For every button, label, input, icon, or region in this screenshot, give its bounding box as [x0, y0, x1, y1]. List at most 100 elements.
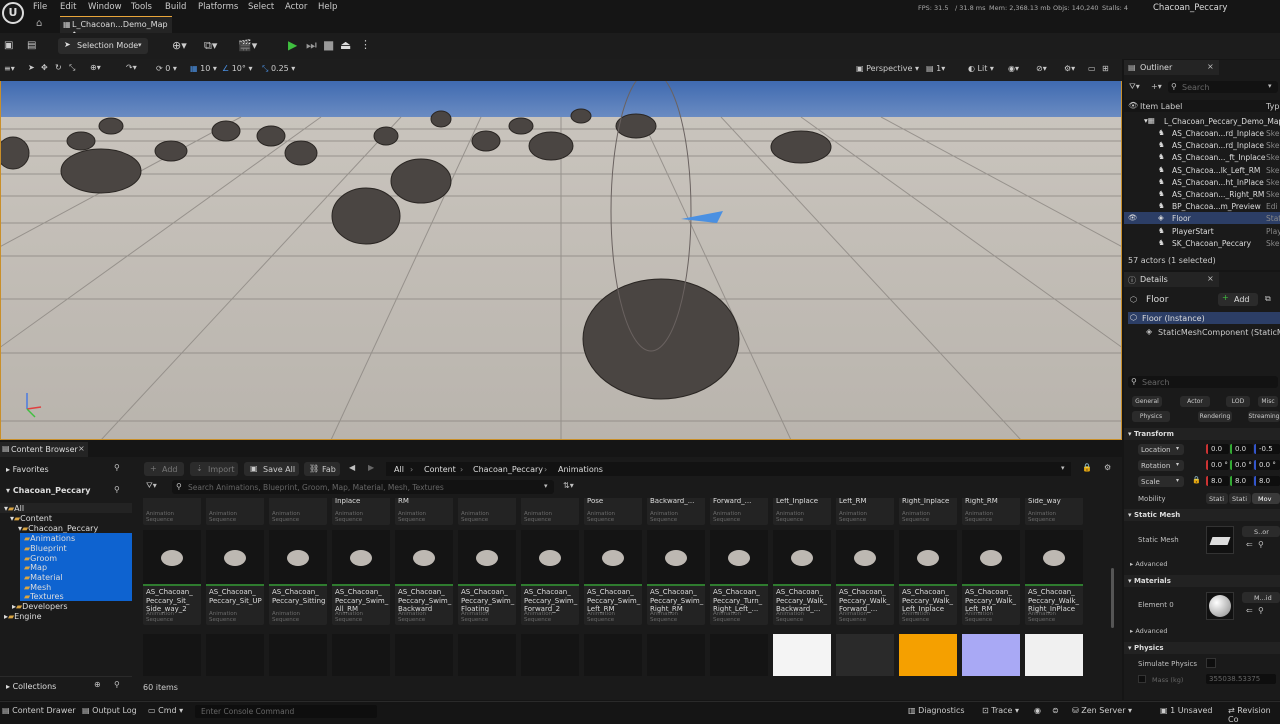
- material-picker[interactable]: M...id: [1242, 592, 1280, 603]
- search-icon[interactable]: ⚲: [114, 485, 120, 494]
- sort-icon[interactable]: ⇅▾: [563, 481, 574, 490]
- browse-icon[interactable]: ▤: [27, 40, 36, 51]
- asset-tile[interactable]: Peccary_Jump_ RM Animation Sequence: [395, 498, 453, 525]
- view-mode-dropdown[interactable]: ◐ Lit ▾: [968, 64, 994, 73]
- menu-select[interactable]: Select: [248, 2, 274, 12]
- chevron-down-icon[interactable]: ▾: [1061, 464, 1065, 472]
- scrollbar[interactable]: [1111, 568, 1114, 628]
- location-x[interactable]: 0.0: [1206, 444, 1229, 454]
- location-z[interactable]: -0.5: [1254, 444, 1280, 454]
- breadcrumb-animations[interactable]: Animations: [558, 465, 603, 474]
- asset-tile[interactable]: AS_Chacoan_ Peccary_Walk_ Forward_... Ani…: [836, 530, 894, 625]
- add-actor-icon[interactable]: ⊕▾: [172, 39, 187, 52]
- filter-rendering[interactable]: Rendering: [1198, 411, 1232, 422]
- search-icon[interactable]: ⚲: [114, 463, 120, 472]
- collections-header[interactable]: ▸ Collections: [6, 682, 56, 691]
- outliner-row[interactable]: ♞ AS_Chacoa...lk_Left_RM Ske: [1124, 164, 1280, 176]
- step-icon[interactable]: ⏭: [306, 38, 317, 53]
- asset-tile[interactable]: AS_Chacoan_ Peccary_Turn_ Right_Left_...…: [710, 530, 768, 625]
- outliner-row[interactable]: ◈ Floor Stat 👁: [1124, 212, 1280, 225]
- asset-tile[interactable]: [332, 634, 390, 676]
- outliner-row[interactable]: ♞ AS_Chacoan...rd_Inplace Ske: [1124, 127, 1280, 139]
- asset-tile[interactable]: AS_Chacoan_ Peccary_Sit_ Side_way_2 Anima…: [143, 530, 201, 625]
- asset-tile[interactable]: Peccary_Run_ Left_RM Animation Sequence: [836, 498, 894, 525]
- show-flags-icon[interactable]: ◉▾: [1008, 64, 1019, 73]
- asset-tile[interactable]: Peccary_Run_ Forward_... Animation Sequen…: [710, 498, 768, 525]
- mobility-movable[interactable]: Mov: [1252, 493, 1280, 504]
- simulate-physics-checkbox[interactable]: [1206, 658, 1216, 668]
- asset-tile[interactable]: Animation Sequence: [206, 498, 264, 525]
- asset-tile[interactable]: [143, 634, 201, 676]
- cmd-dropdown[interactable]: ▭ Cmd ▾: [148, 706, 183, 715]
- outliner-root-row[interactable]: ▾▦ L_Chacoan_Peccary_Demo_Map: [1124, 115, 1280, 127]
- content-browser-tab[interactable]: ▤ Content Browser ×: [0, 442, 88, 457]
- asset-tile[interactable]: Animation Sequence: [269, 498, 327, 525]
- close-icon[interactable]: ×: [78, 444, 85, 453]
- play-icon[interactable]: ▶: [288, 38, 297, 52]
- filter-icon[interactable]: ⛛▾: [146, 481, 157, 491]
- filter-misc[interactable]: Misc: [1258, 396, 1278, 407]
- zen-server-button[interactable]: ⛁ Zen Server ▾: [1072, 706, 1132, 715]
- menu-build[interactable]: Build: [165, 2, 186, 12]
- move-tool-icon[interactable]: ✥: [41, 63, 48, 72]
- asset-tile[interactable]: AS_Chacoan_ Peccary_Swim_ Left_RM Animati…: [584, 530, 642, 625]
- filter-lod[interactable]: LOD: [1226, 396, 1250, 407]
- scale-y[interactable]: 8.0: [1230, 476, 1253, 486]
- lock-icon[interactable]: 🔒: [1082, 463, 1092, 472]
- tree-engine[interactable]: ▸▰Engine: [4, 612, 42, 621]
- asset-tile[interactable]: [584, 634, 642, 676]
- find-icon[interactable]: ⚲: [1258, 606, 1264, 615]
- history-back-icon[interactable]: ◀: [349, 463, 355, 472]
- settings-icon[interactable]: ⚙▾: [1064, 64, 1075, 73]
- asset-tile[interactable]: Animation Sequence: [143, 498, 201, 525]
- asset-tile[interactable]: [773, 634, 831, 676]
- world-space-icon[interactable]: ⊕▾: [90, 63, 101, 72]
- layout-grid-icon[interactable]: ⊞: [1102, 64, 1109, 73]
- level-tab[interactable]: ▦ L_Chacoan...Demo_Map •: [60, 16, 172, 38]
- diagnostics-button[interactable]: ▥ Diagnostics: [908, 706, 965, 715]
- rotation-z[interactable]: 0.0 °: [1254, 460, 1280, 470]
- filter-streaming[interactable]: Streaming: [1248, 411, 1280, 422]
- revision-control-button[interactable]: ⇄ Revision Co: [1228, 706, 1280, 724]
- move-snap-toggle[interactable]: ⟳ 0 ▾: [156, 64, 177, 73]
- breadcrumb-peccary[interactable]: Chacoan_Peccary: [473, 465, 543, 474]
- asset-tile[interactable]: AS_Chacoan_ Peccary_Swim_ Backward Animat…: [395, 530, 453, 625]
- more-options-icon[interactable]: ⋮: [360, 38, 371, 51]
- tree-folder-blueprint[interactable]: ▰Blueprint: [24, 544, 67, 553]
- mass-field[interactable]: 355038.53375: [1206, 674, 1276, 684]
- maximize-icon[interactable]: ▭: [1088, 64, 1096, 73]
- select-tool-icon[interactable]: ➤: [28, 63, 35, 72]
- static-mesh-thumbnail[interactable]: [1206, 526, 1234, 554]
- asset-tile[interactable]: Animation Sequence: [458, 498, 516, 525]
- outliner-row[interactable]: ♞ PlayerStart Play: [1124, 225, 1280, 237]
- tree-developers[interactable]: ▸▰Developers: [12, 602, 67, 611]
- outliner-row[interactable]: ♞ AS_Chacoan..._ft_Inplace Ske: [1124, 151, 1280, 163]
- add-collection-icon[interactable]: ⊕: [94, 680, 101, 689]
- location-dropdown[interactable]: Location ▾: [1138, 444, 1184, 455]
- asset-tile[interactable]: AS_Chacoan_ Peccary_Swim_ Floating Animat…: [458, 530, 516, 625]
- save-icon[interactable]: ▣: [4, 40, 13, 51]
- tree-peccary[interactable]: ▾▰Chacoan_Peccary: [18, 524, 98, 533]
- outliner-row[interactable]: ♞ AS_Chacoan...rd_Inplace Ske: [1124, 139, 1280, 151]
- outliner-row[interactable]: ♞ AS_Chacoan...ht_InPlace Ske: [1124, 176, 1280, 188]
- asset-tile[interactable]: [395, 634, 453, 676]
- level-viewport[interactable]: [0, 81, 1122, 440]
- menu-window[interactable]: Window: [88, 2, 122, 12]
- asset-tile[interactable]: Peccary_Run_ Backward_... Animation Seque…: [647, 498, 705, 525]
- output-log-button[interactable]: ▤ Output Log: [82, 706, 137, 715]
- materials-section[interactable]: ▾ Materials: [1124, 575, 1280, 587]
- tree-folder-textures[interactable]: ▰Textures: [24, 592, 64, 601]
- asset-tile[interactable]: [836, 634, 894, 676]
- unsaved-button[interactable]: ▣ 1 Unsaved: [1160, 706, 1212, 715]
- static-mesh-section[interactable]: ▾ Static Mesh: [1124, 509, 1280, 521]
- eject-icon[interactable]: ⏏: [340, 38, 351, 52]
- asset-tile[interactable]: [458, 634, 516, 676]
- outliner-row[interactable]: ♞ BP_Chacoa...m_Preview Edi: [1124, 200, 1280, 212]
- asset-tile[interactable]: Peccary_Run_ Right_RM Animation Sequence: [962, 498, 1020, 525]
- asset-tile[interactable]: [206, 634, 264, 676]
- asset-tile[interactable]: [521, 634, 579, 676]
- filter-icon[interactable]: ⛛▾: [1129, 82, 1140, 92]
- tree-content[interactable]: ▾▰Content: [10, 514, 52, 523]
- asset-tile[interactable]: [710, 634, 768, 676]
- asset-tile[interactable]: [269, 634, 327, 676]
